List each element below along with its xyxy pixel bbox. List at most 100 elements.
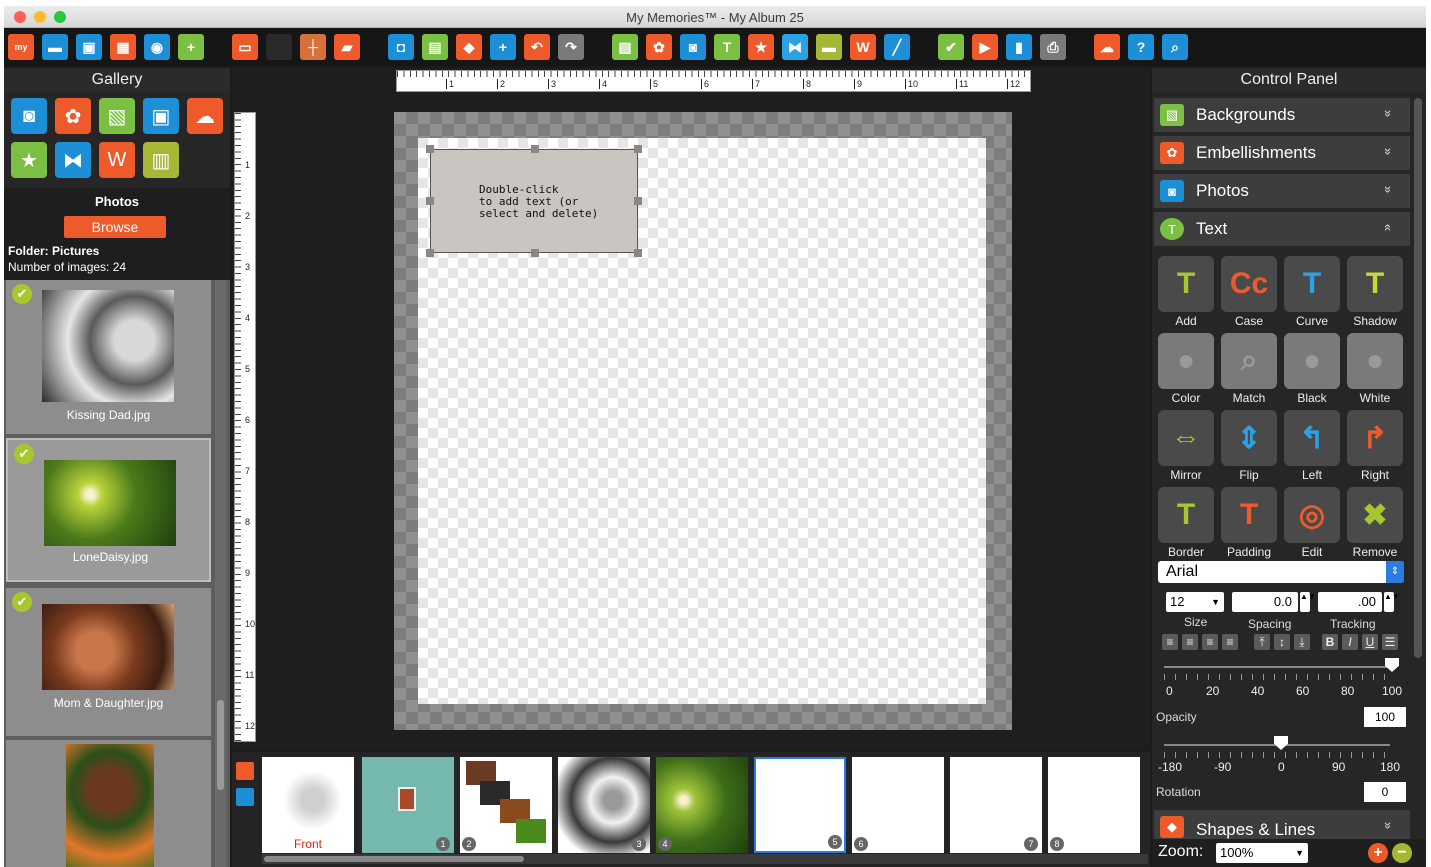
- butterfly-icon[interactable]: ⧓: [55, 142, 91, 178]
- resize-handle[interactable]: [634, 249, 642, 257]
- wordart-icon[interactable]: W: [850, 34, 876, 60]
- crosshair-icon[interactable]: ┼: [300, 34, 326, 60]
- butterfly-icon[interactable]: ⧓: [782, 34, 808, 60]
- my-logo-icon[interactable]: my: [8, 34, 34, 60]
- black-drop-icon[interactable]: ●: [1284, 333, 1340, 389]
- flower-icon[interactable]: ✿: [55, 98, 91, 134]
- control-panel-scrollbar[interactable]: [1414, 98, 1422, 658]
- play-icon[interactable]: ▶: [972, 34, 998, 60]
- zoom-in-icon[interactable]: +: [1368, 843, 1388, 863]
- folder-icon[interactable]: ▬: [42, 34, 68, 60]
- picture-icon[interactable]: ▧: [612, 34, 638, 60]
- undo-icon[interactable]: ↶: [524, 34, 550, 60]
- align-center-icon[interactable]: ≡: [1182, 634, 1198, 650]
- check-icon[interactable]: ✔: [938, 34, 964, 60]
- font-select[interactable]: Arial ⇕: [1158, 561, 1404, 583]
- padding-icon[interactable]: T: [1221, 487, 1277, 543]
- resize-handle[interactable]: [426, 249, 434, 257]
- mirror-icon[interactable]: ⇔: [1158, 410, 1214, 466]
- rotate-left-icon[interactable]: ↰: [1284, 410, 1340, 466]
- frames-icon[interactable]: ▣: [143, 98, 179, 134]
- align-right-icon[interactable]: ≡: [1202, 634, 1218, 650]
- pages-icon[interactable]: ▰: [334, 34, 360, 60]
- zoom-select[interactable]: 100% ▼: [1216, 843, 1308, 863]
- search-icon[interactable]: ⌕: [1162, 34, 1188, 60]
- flip-icon[interactable]: ⇕: [1221, 410, 1277, 466]
- printer-icon[interactable]: ⎙: [1040, 34, 1066, 60]
- picture-icon[interactable]: ▧: [99, 98, 135, 134]
- case-icon[interactable]: Cc: [1221, 256, 1277, 312]
- tracking-stepper[interactable]: ▲▼: [1384, 592, 1400, 612]
- valign-top-icon[interactable]: ⤒: [1254, 634, 1270, 650]
- rotation-value-input[interactable]: 0: [1364, 782, 1406, 802]
- shadow-icon[interactable]: T: [1347, 256, 1403, 312]
- resize-handle[interactable]: [426, 197, 434, 205]
- color-drop-icon[interactable]: ●: [1158, 333, 1214, 389]
- edit-icon[interactable]: ◎: [1284, 487, 1340, 543]
- photos-section[interactable]: ◙ Photos »: [1154, 174, 1410, 208]
- resize-handle[interactable]: [634, 145, 642, 153]
- align-left-icon[interactable]: ≡: [1162, 634, 1178, 650]
- layout-icon[interactable]: ▦: [110, 34, 136, 60]
- stamp-icon[interactable]: ◆: [456, 34, 482, 60]
- text-box[interactable]: Double-click to add text (or select and …: [426, 145, 642, 257]
- white-drop-icon[interactable]: ●: [1347, 333, 1403, 389]
- ribbon-icon[interactable]: ▬: [816, 34, 842, 60]
- page-thumb[interactable]: 7: [950, 757, 1042, 853]
- print-page-icon[interactable]: ▤: [422, 34, 448, 60]
- valign-bottom-icon[interactable]: ⤓: [1294, 634, 1310, 650]
- match-icon[interactable]: ⌕: [1221, 333, 1277, 389]
- page-thumb[interactable]: 1: [362, 757, 454, 853]
- gallery-scrollbar-thumb[interactable]: [217, 700, 224, 790]
- add-page-icon[interactable]: +: [178, 34, 204, 60]
- list-icon[interactable]: ☰: [1382, 634, 1398, 650]
- backgrounds-section[interactable]: ▧ Backgrounds »: [1154, 98, 1410, 132]
- resize-handle[interactable]: [634, 197, 642, 205]
- opacity-value-input[interactable]: 100: [1364, 707, 1406, 727]
- gallery-scrollbar[interactable]: [215, 280, 226, 867]
- pages-view-icon[interactable]: [236, 788, 254, 806]
- front-cover-thumb[interactable]: Front: [262, 757, 354, 853]
- opacity-slider[interactable]: [1164, 666, 1390, 668]
- curve-icon[interactable]: T: [1284, 256, 1340, 312]
- rotation-slider-knob[interactable]: [1274, 736, 1288, 750]
- opacity-slider-knob[interactable]: [1385, 658, 1399, 672]
- pen-icon[interactable]: ╱: [884, 34, 910, 60]
- underline-icon[interactable]: U: [1362, 634, 1378, 650]
- spacing-input[interactable]: 0.0: [1232, 592, 1298, 612]
- rotate-right-icon[interactable]: ↱: [1347, 410, 1403, 466]
- page-thumb-selected[interactable]: 5: [754, 757, 846, 853]
- text-section[interactable]: T Text «: [1154, 212, 1410, 246]
- photo-thumb[interactable]: ✔ LoneDaisy.jpg: [6, 438, 211, 582]
- photo-thumb[interactable]: ✔ Mom & Daughter.jpg: [6, 588, 211, 736]
- add-text-icon[interactable]: T: [1158, 256, 1214, 312]
- text-tool-icon[interactable]: T: [714, 34, 740, 60]
- book-icon[interactable]: ▮: [1006, 34, 1032, 60]
- filmstrip-scrollbar[interactable]: [262, 854, 1148, 864]
- italic-icon[interactable]: I: [1342, 634, 1358, 650]
- blank-icon[interactable]: [266, 34, 292, 60]
- camera-icon[interactable]: ◙: [680, 34, 706, 60]
- export-icon[interactable]: ◉: [144, 34, 170, 60]
- page-thumb[interactable]: 4: [656, 757, 748, 853]
- zoom-out-icon[interactable]: −: [1392, 843, 1412, 863]
- resize-handle[interactable]: [531, 249, 539, 257]
- photo-thumb[interactable]: [6, 740, 211, 867]
- page-thumb[interactable]: 6: [852, 757, 944, 853]
- border-icon[interactable]: T: [1158, 487, 1214, 543]
- browse-button[interactable]: Browse: [64, 216, 166, 238]
- align-justify-icon[interactable]: ≡: [1222, 634, 1238, 650]
- filmstrip-scrollbar-thumb[interactable]: [264, 856, 524, 862]
- add-photo-icon[interactable]: +: [490, 34, 516, 60]
- cloud-icon[interactable]: ☁: [1094, 34, 1120, 60]
- flower-icon[interactable]: ✿: [646, 34, 672, 60]
- cloud-icon[interactable]: ☁: [187, 98, 223, 134]
- star-icon[interactable]: ★: [11, 142, 47, 178]
- save-icon[interactable]: ▣: [76, 34, 102, 60]
- page-thumb[interactable]: 3: [558, 757, 650, 853]
- page-thumb[interactable]: 2: [460, 757, 552, 853]
- resize-handle[interactable]: [426, 145, 434, 153]
- star-icon[interactable]: ★: [748, 34, 774, 60]
- tracking-input[interactable]: .00: [1318, 592, 1382, 612]
- help-icon[interactable]: ?: [1128, 34, 1154, 60]
